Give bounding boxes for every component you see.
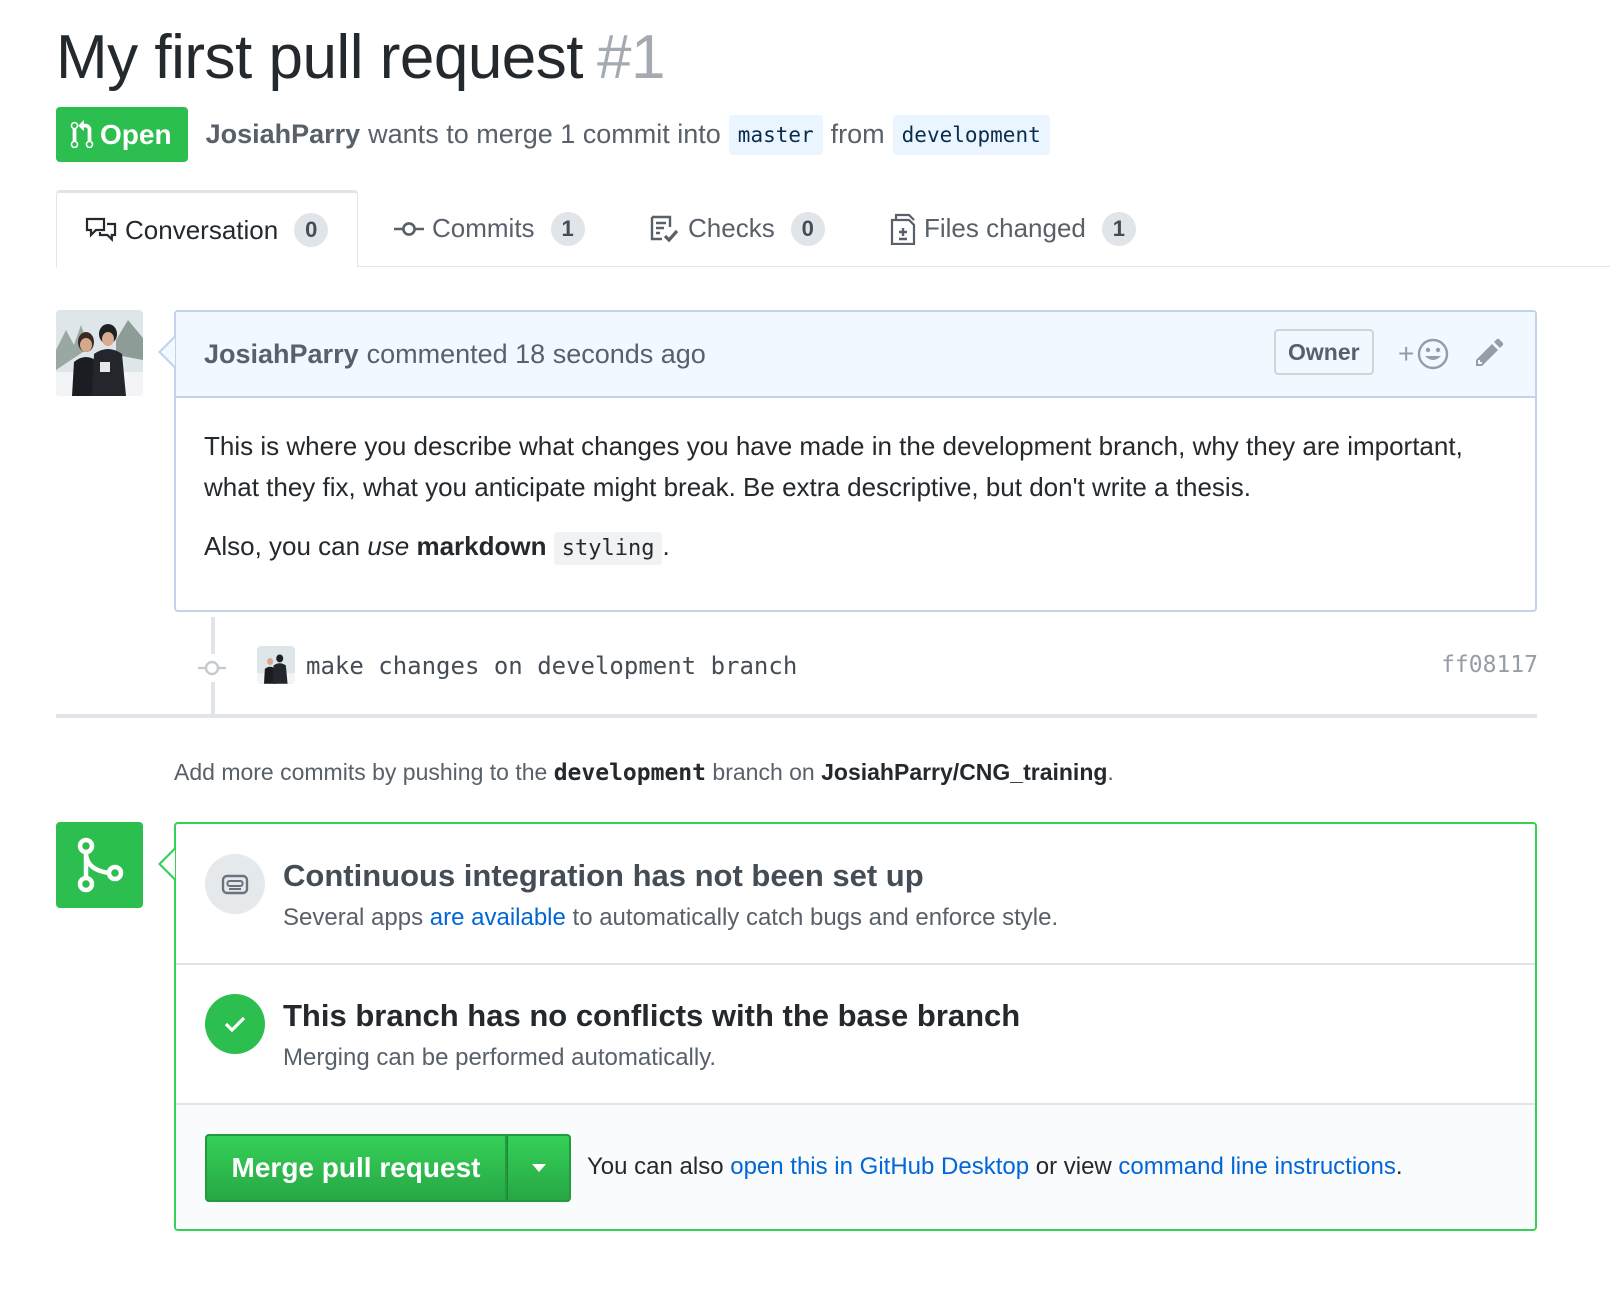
base-branch-tag[interactable]: master bbox=[728, 114, 823, 155]
inline-code: styling bbox=[553, 532, 663, 565]
text-markdown: markdown bbox=[416, 531, 547, 561]
tab-checks-label: Checks bbox=[688, 213, 775, 243]
push-hint: Add more commits by pushing to the devel… bbox=[174, 759, 1114, 786]
alt-prefix: You can also bbox=[587, 1153, 731, 1180]
comment-body: This is where you describe what changes … bbox=[176, 398, 1535, 569]
avatar-photo-small bbox=[257, 646, 295, 684]
ci-description: Several apps are available to automatica… bbox=[283, 904, 1058, 932]
avatar-photo bbox=[56, 310, 143, 396]
merge-button-group: Merge pull request bbox=[205, 1134, 571, 1202]
conflict-description: Merging can be performed automatically. bbox=[283, 1044, 717, 1071]
timeline-commit: make changes on development branch ff081… bbox=[198, 642, 1538, 694]
tab-conversation[interactable]: Conversation 0 bbox=[56, 190, 358, 268]
git-commit-icon bbox=[198, 654, 226, 682]
merge-box: Continuous integration has not been set … bbox=[174, 822, 1537, 1231]
merge-text: wants to merge 1 commit into bbox=[368, 119, 721, 149]
alt-middle: or view bbox=[1029, 1153, 1119, 1180]
file-diff-icon bbox=[890, 213, 916, 245]
tab-commits-label: Commits bbox=[432, 213, 535, 243]
text-period: . bbox=[662, 531, 670, 561]
check-status-icon bbox=[205, 994, 265, 1054]
git-merge-icon bbox=[77, 837, 123, 893]
conflict-heading: This branch has no conflicts with the ba… bbox=[283, 998, 1021, 1033]
commit-message-link[interactable]: make changes on development branch bbox=[306, 652, 797, 680]
pencil-icon bbox=[1476, 338, 1504, 366]
conflict-status-section: This branch has no conflicts with the ba… bbox=[176, 965, 1535, 1105]
tab-conversation-count: 0 bbox=[294, 213, 329, 247]
open-github-desktop-link[interactable]: open this in GitHub Desktop bbox=[730, 1153, 1029, 1180]
pr-meta: Open JosiahParry wants to merge 1 commit… bbox=[56, 107, 1058, 162]
command-line-instructions-link[interactable]: command line instructions bbox=[1118, 1153, 1395, 1180]
push-hint-repo: JosiahParry/CNG_training bbox=[821, 759, 1108, 785]
comment-pointer-inner bbox=[161, 338, 175, 366]
merge-pointer-inner bbox=[161, 850, 175, 878]
merge-method-dropdown[interactable] bbox=[507, 1134, 571, 1202]
timeline-divider bbox=[56, 714, 1537, 718]
merge-summary: JosiahParry wants to merge 1 commit into… bbox=[206, 114, 1058, 155]
reaction-plus: + bbox=[1398, 338, 1415, 369]
ci-heading: Continuous integration has not been set … bbox=[283, 858, 924, 893]
push-hint-branch: development bbox=[553, 760, 707, 786]
pr-title: My first pull request #1 bbox=[56, 22, 665, 93]
pr-title-text: My first pull request bbox=[56, 23, 584, 92]
comment-author-avatar[interactable] bbox=[56, 310, 143, 396]
ci-status-icon bbox=[205, 854, 265, 914]
add-reaction-button[interactable]: + bbox=[1398, 334, 1456, 374]
tab-files-changed-count: 1 bbox=[1101, 211, 1136, 246]
push-hint-middle: branch on bbox=[706, 759, 822, 785]
git-commit-icon bbox=[394, 221, 424, 236]
edit-comment-button[interactable] bbox=[1476, 336, 1510, 372]
merge-alternatives: You can also open this in GitHub Desktop… bbox=[587, 1153, 1403, 1181]
push-hint-prefix: Add more commits by pushing to the bbox=[174, 759, 554, 785]
merge-action-section: Merge pull request You can also open thi… bbox=[176, 1105, 1535, 1229]
pr-tabs: Conversation 0 Commits 1 Checks 0 Files … bbox=[56, 190, 1610, 268]
alt-suffix: . bbox=[1395, 1153, 1403, 1180]
comment-timestamp[interactable]: commented 18 seconds ago bbox=[367, 339, 706, 370]
tab-files-changed-label: Files changed bbox=[924, 213, 1086, 243]
apps-available-link[interactable]: are available bbox=[430, 904, 566, 931]
tab-commits[interactable]: Commits 1 bbox=[394, 190, 585, 267]
commit-author-avatar[interactable] bbox=[257, 646, 295, 684]
comment-header: JosiahParry commented 18 seconds ago Own… bbox=[176, 312, 1535, 398]
pr-author-link[interactable]: JosiahParry bbox=[206, 119, 361, 150]
robot-icon bbox=[221, 874, 249, 895]
merge-status-icon-box bbox=[56, 822, 143, 908]
comment-discussion-icon bbox=[85, 217, 117, 243]
triangle-down-icon bbox=[531, 1164, 546, 1172]
push-hint-suffix: . bbox=[1107, 759, 1114, 785]
checklist-icon bbox=[650, 215, 679, 242]
state-badge-open: Open bbox=[56, 107, 188, 162]
ci-status-section: Continuous integration has not been set … bbox=[176, 824, 1535, 965]
git-pull-request-icon bbox=[70, 119, 94, 148]
tab-checks[interactable]: Checks 0 bbox=[650, 190, 825, 267]
smiley-icon bbox=[1418, 338, 1449, 370]
state-label: Open bbox=[100, 118, 172, 150]
commit-sha-link[interactable]: ff08117 bbox=[1441, 652, 1538, 678]
ci-desc-suffix: to automatically catch bugs and enforce … bbox=[565, 904, 1059, 931]
owner-label: Owner bbox=[1274, 329, 1374, 375]
tab-conversation-label: Conversation bbox=[125, 214, 279, 245]
tab-files-changed[interactable]: Files changed 1 bbox=[890, 190, 1136, 267]
comment-paragraph: This is where you describe what changes … bbox=[204, 431, 1463, 502]
tab-commits-count: 1 bbox=[550, 211, 585, 246]
pr-number: #1 bbox=[597, 23, 665, 92]
text-also: Also, you can bbox=[204, 531, 368, 561]
text-use: use bbox=[367, 531, 410, 561]
pr-description-comment: JosiahParry commented 18 seconds ago Own… bbox=[174, 310, 1537, 612]
comment-markdown-line: Also, you can use markdown styling. bbox=[204, 526, 1507, 569]
merge-pull-request-button[interactable]: Merge pull request bbox=[205, 1134, 507, 1202]
tab-checks-count: 0 bbox=[790, 211, 825, 246]
from-text: from bbox=[830, 119, 885, 149]
comment-author-link[interactable]: JosiahParry bbox=[204, 339, 359, 370]
ci-desc-prefix: Several apps bbox=[283, 904, 430, 931]
check-icon bbox=[224, 1016, 246, 1033]
head-branch-tag[interactable]: development bbox=[892, 114, 1050, 155]
